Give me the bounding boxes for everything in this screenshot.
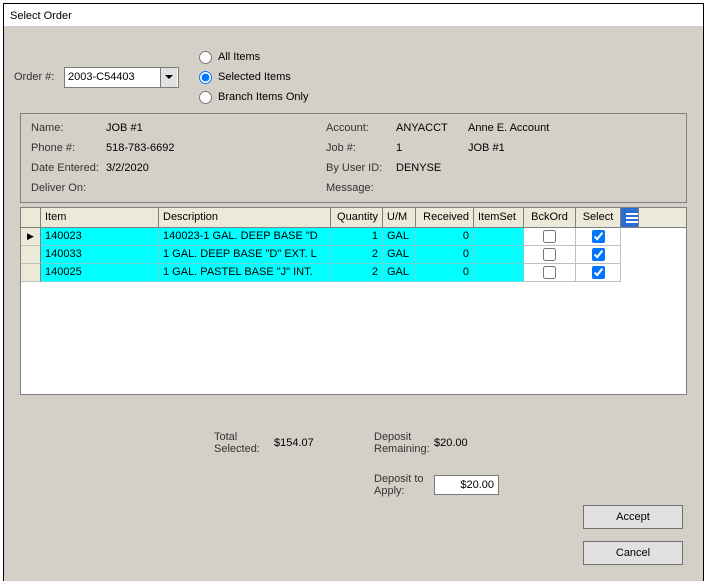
cell-um[interactable]: GAL	[383, 228, 416, 246]
bckord-checkbox[interactable]	[543, 266, 556, 279]
cell-quantity[interactable]: 2	[331, 264, 383, 282]
job-value: 1	[396, 142, 468, 154]
col-bckord[interactable]: BckOrd	[524, 208, 576, 227]
cell-description[interactable]: 1 GAL. DEEP BASE "D" EXT. L	[159, 246, 331, 264]
table-row[interactable]: ▶140023140023-1 GAL. DEEP BASE "D1GAL0	[21, 228, 686, 246]
cell-received[interactable]: 0	[416, 264, 474, 282]
select-checkbox[interactable]	[592, 266, 605, 279]
bottom-area: Total Selected: $154.07 Deposit Remainin…	[14, 431, 693, 571]
col-item[interactable]: Item	[41, 208, 159, 227]
total-selected-value: $154.07	[274, 437, 374, 449]
phone-value: 518-783-6692	[106, 142, 326, 154]
select-checkbox[interactable]	[592, 248, 605, 261]
total-selected-label: Total Selected:	[214, 431, 274, 455]
cell-bckord[interactable]	[524, 246, 576, 264]
col-received[interactable]: Received	[416, 208, 474, 227]
items-grid: Item Description Quantity U/M Received I…	[20, 207, 687, 395]
name-value: JOB #1	[106, 122, 326, 134]
phone-label: Phone #:	[31, 142, 106, 154]
deposit-apply-input[interactable]	[434, 475, 499, 495]
account-name-value: Anne E. Account	[468, 122, 668, 134]
order-number-combo[interactable]	[64, 67, 179, 88]
bckord-checkbox[interactable]	[543, 248, 556, 261]
cell-description[interactable]: 140023-1 GAL. DEEP BASE "D	[159, 228, 331, 246]
cell-quantity[interactable]: 1	[331, 228, 383, 246]
cell-item[interactable]: 140033	[41, 246, 159, 264]
deposit-remaining-value: $20.00	[434, 437, 534, 449]
row-header[interactable]	[21, 246, 41, 264]
accept-button-label: Accept	[616, 511, 650, 523]
accept-button[interactable]: Accept	[583, 505, 683, 529]
grid-menu-icon[interactable]	[621, 208, 639, 227]
date-entered-label: Date Entered:	[31, 162, 106, 174]
radio-selected-label: Selected Items	[218, 71, 291, 83]
cancel-button[interactable]: Cancel	[583, 541, 683, 565]
order-number-label: Order #:	[14, 71, 64, 83]
col-itemset[interactable]: ItemSet	[474, 208, 524, 227]
message-label: Message:	[326, 182, 396, 194]
cell-itemset[interactable]	[474, 264, 524, 282]
select-checkbox[interactable]	[592, 230, 605, 243]
cell-item[interactable]: 140025	[41, 264, 159, 282]
col-select[interactable]: Select	[576, 208, 621, 227]
chevron-down-icon[interactable]	[160, 68, 177, 87]
grid-body[interactable]: ▶140023140023-1 GAL. DEEP BASE "D1GAL014…	[21, 228, 686, 394]
radio-branch-items[interactable]	[199, 91, 212, 104]
row-header[interactable]: ▶	[21, 228, 41, 246]
cell-um[interactable]: GAL	[383, 246, 416, 264]
cell-received[interactable]: 0	[416, 246, 474, 264]
filter-radio-group: All Items Selected Items Branch Items On…	[199, 47, 308, 107]
select-order-window: Select Order Order #: All Items Selected…	[3, 3, 704, 581]
grid-corner	[21, 208, 41, 227]
cell-select[interactable]	[576, 246, 621, 264]
cell-select[interactable]	[576, 228, 621, 246]
user-label: By User ID:	[326, 162, 396, 174]
table-row[interactable]: 1400251 GAL. PASTEL BASE "J" INT.2GAL0	[21, 264, 686, 282]
cell-itemset[interactable]	[474, 228, 524, 246]
order-info-panel: Name: JOB #1 Account: ANYACCT Anne E. Ac…	[20, 113, 687, 203]
cell-quantity[interactable]: 2	[331, 246, 383, 264]
window-titlebar: Select Order	[4, 4, 703, 27]
client-area: Order #: All Items Selected Items	[4, 27, 703, 581]
cell-bckord[interactable]	[524, 228, 576, 246]
job-label: Job #:	[326, 142, 396, 154]
deliver-label: Deliver On:	[31, 182, 106, 194]
date-entered-value: 3/2/2020	[106, 162, 326, 174]
cell-bckord[interactable]	[524, 264, 576, 282]
radio-all-items[interactable]	[199, 51, 212, 64]
deposit-apply-label: Deposit to Apply:	[374, 473, 434, 497]
user-value: DENYSE	[396, 162, 468, 174]
grid-header: Item Description Quantity U/M Received I…	[21, 208, 686, 228]
radio-all-label: All Items	[218, 51, 260, 63]
window-title: Select Order	[10, 10, 72, 22]
cell-description[interactable]: 1 GAL. PASTEL BASE "J" INT.	[159, 264, 331, 282]
cell-select[interactable]	[576, 264, 621, 282]
account-value: ANYACCT	[396, 122, 468, 134]
cancel-button-label: Cancel	[616, 547, 650, 559]
job-name-value: JOB #1	[468, 142, 668, 154]
table-row[interactable]: 1400331 GAL. DEEP BASE "D" EXT. L2GAL0	[21, 246, 686, 264]
row-header[interactable]	[21, 264, 41, 282]
cell-um[interactable]: GAL	[383, 264, 416, 282]
radio-branch-label: Branch Items Only	[218, 91, 308, 103]
radio-selected-items[interactable]	[199, 71, 212, 84]
col-quantity[interactable]: Quantity	[331, 208, 383, 227]
col-description[interactable]: Description	[159, 208, 331, 227]
order-number-input[interactable]	[65, 68, 160, 87]
cell-itemset[interactable]	[474, 246, 524, 264]
cell-received[interactable]: 0	[416, 228, 474, 246]
bckord-checkbox[interactable]	[543, 230, 556, 243]
cell-item[interactable]: 140023	[41, 228, 159, 246]
deposit-remaining-label: Deposit Remaining:	[374, 431, 434, 455]
name-label: Name:	[31, 122, 106, 134]
col-um[interactable]: U/M	[383, 208, 416, 227]
account-label: Account:	[326, 122, 396, 134]
